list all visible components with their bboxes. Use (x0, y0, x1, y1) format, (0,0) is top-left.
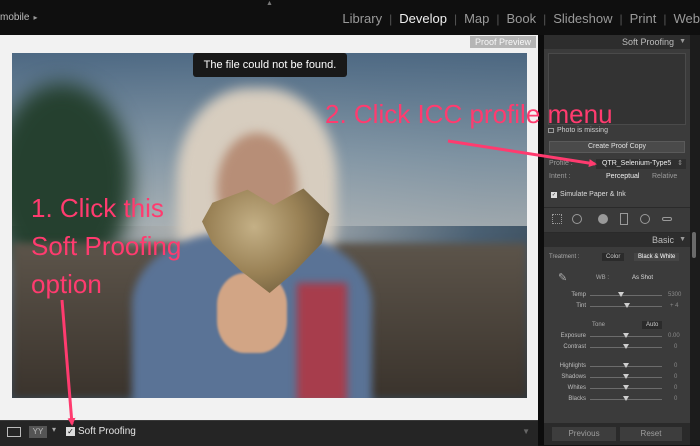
spot-removal-icon[interactable] (572, 214, 582, 224)
highlights-label: Highlights (548, 363, 586, 369)
soft-proofing-header-label: Soft Proofing (622, 37, 674, 47)
module-print[interactable]: Print (623, 11, 664, 26)
collapse-icon: ▼ (679, 236, 686, 243)
wb-label: WB : (596, 275, 609, 281)
temp-value[interactable]: 5300 (668, 292, 681, 298)
profile-label: Profile : (549, 160, 573, 167)
whites-slider[interactable] (590, 388, 662, 389)
checkmark-icon: ✓ (551, 192, 557, 198)
shadows-slider[interactable] (590, 377, 662, 378)
photo-shirt (297, 283, 347, 398)
annotation-step-2: 2. Click ICC profile menu (325, 99, 613, 130)
icc-profile-value: QTR_Selenium-Type5 (602, 160, 671, 167)
module-web[interactable]: Web (667, 11, 700, 26)
proof-preview-badge: Proof Preview (470, 36, 536, 48)
exposure-slider[interactable] (590, 336, 662, 337)
graduated-filter-icon[interactable] (620, 213, 628, 225)
toolbar-menu-icon[interactable]: ▼ (522, 427, 530, 436)
icc-profile-menu[interactable]: QTR_Selenium-Type5 ⇕ (596, 159, 686, 169)
play-icon: ▸ (33, 13, 37, 22)
exposure-label: Exposure (548, 333, 586, 339)
shadows-value[interactable]: 0 (674, 374, 677, 380)
loupe-view-icon[interactable] (7, 427, 21, 437)
contrast-label: Contrast (548, 344, 586, 350)
red-eye-icon[interactable] (598, 214, 608, 224)
radial-filter-icon[interactable] (640, 214, 650, 224)
wb-select[interactable]: As Shot (632, 275, 653, 281)
adjustment-brush-icon[interactable] (662, 217, 672, 221)
blacks-slider[interactable] (590, 399, 662, 400)
crop-tool-icon[interactable] (552, 214, 562, 224)
intent-label: Intent : (549, 173, 570, 180)
simulate-paper-ink-label: Simulate Paper & Ink (560, 191, 626, 198)
soft-proofing-checkbox[interactable]: ✓ Soft Proofing (66, 426, 136, 437)
module-slideshow[interactable]: Slideshow (546, 11, 619, 26)
whites-value[interactable]: 0 (674, 385, 677, 391)
intent-perceptual[interactable]: Perceptual (606, 173, 639, 180)
updown-icon: ⇕ (677, 159, 683, 169)
module-bar: mobile ▸ ▲ Library | Develop | Map | Book… (0, 0, 700, 35)
previous-button[interactable]: Previous (552, 427, 616, 441)
shadows-label: Shadows (548, 374, 586, 380)
highlights-slider[interactable] (590, 366, 662, 367)
temp-label: Temp (548, 292, 586, 298)
intent-perceptual-label: Perceptual (606, 173, 639, 180)
simulate-paper-ink-checkbox[interactable]: ✓ Simulate Paper & Ink (551, 191, 626, 198)
annotation-step-1-line-1: 1. Click this (31, 189, 231, 227)
soft-proofing-label: Soft Proofing (78, 426, 136, 437)
panel-scroll-thumb[interactable] (692, 232, 696, 258)
module-book[interactable]: Book (499, 11, 543, 26)
collapse-icon: ▼ (679, 38, 686, 45)
tint-slider[interactable] (590, 306, 662, 307)
basic-header-label: Basic (652, 235, 674, 245)
identity-plate[interactable]: mobile ▸ (0, 12, 37, 23)
treatment-bw[interactable]: Black & White (634, 253, 679, 261)
tone-label: Tone (592, 322, 605, 328)
before-after-button[interactable]: YY (29, 426, 47, 438)
chevron-down-icon[interactable]: ▾ (52, 425, 56, 434)
tint-value[interactable]: + 4 (670, 303, 679, 309)
auto-tone-button[interactable]: Auto (642, 321, 662, 329)
right-panel: Soft Proofing ▼ Photo is missing Create … (544, 35, 690, 445)
checkmark-icon: ✓ (66, 427, 75, 436)
basic-panel-header[interactable]: Basic ▼ (544, 233, 690, 247)
module-library[interactable]: Library (335, 11, 389, 26)
highlights-value[interactable]: 0 (674, 363, 677, 369)
blacks-label: Blacks (548, 396, 586, 402)
soft-proofing-panel-header[interactable]: Soft Proofing ▼ (544, 35, 690, 49)
tint-label: Tint (548, 303, 586, 309)
annotation-step-1: 1. Click this Soft Proofing option (31, 189, 231, 303)
develop-tool-strip (544, 207, 690, 233)
reset-button[interactable]: Reset (620, 427, 682, 441)
intent-relative[interactable]: Relative (652, 173, 677, 180)
panel-bottom-buttons: Previous Reset (544, 423, 690, 445)
module-develop[interactable]: Develop (392, 11, 454, 26)
contrast-value[interactable]: 0 (674, 344, 677, 350)
identity-label: mobile (0, 12, 29, 23)
treatment-color[interactable]: Color (602, 253, 624, 261)
whites-label: Whites (548, 385, 586, 391)
bottom-toolbar: YY ▾ ✓ Soft Proofing ▼ (0, 420, 538, 446)
temp-slider[interactable] (590, 295, 662, 296)
file-not-found-toast: The file could not be found. (193, 53, 347, 77)
contrast-slider[interactable] (590, 347, 662, 348)
collapse-top-panel-icon[interactable]: ▲ (266, 0, 273, 7)
module-map[interactable]: Map (457, 11, 496, 26)
eyedropper-icon[interactable]: ✎ (558, 271, 572, 285)
treatment-label: Treatment : (549, 254, 579, 260)
annotation-step-1-line-2: Soft Proofing (31, 227, 231, 265)
annotation-step-1-line-3: option (31, 265, 231, 303)
blacks-value[interactable]: 0 (674, 396, 677, 402)
create-proof-copy-button[interactable]: Create Proof Copy (549, 141, 685, 153)
exposure-value[interactable]: 0.00 (668, 333, 680, 339)
module-picker: Library | Develop | Map | Book | Slidesh… (335, 11, 700, 26)
